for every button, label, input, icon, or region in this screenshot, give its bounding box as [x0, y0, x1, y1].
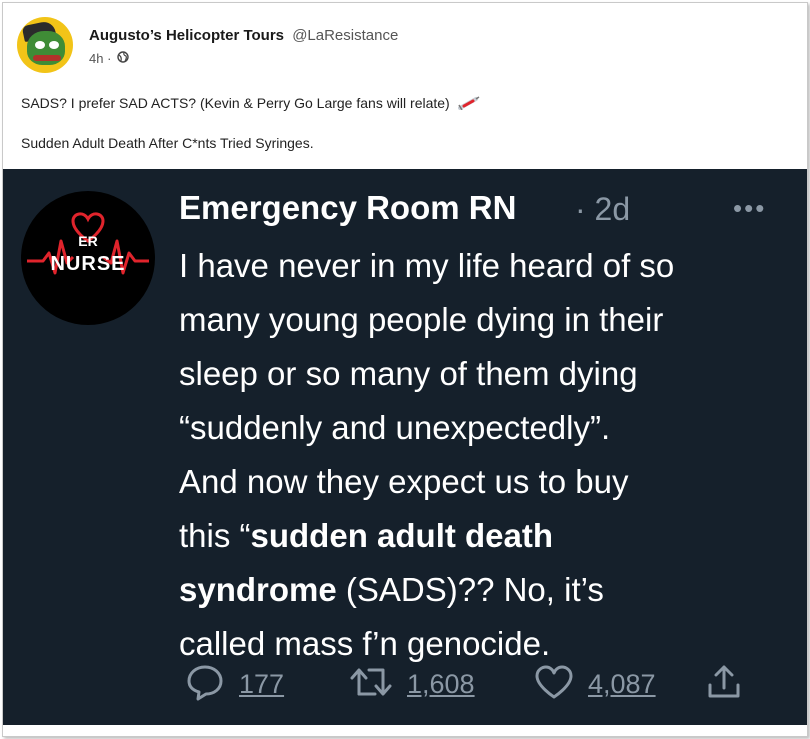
like-button[interactable]: 4,087 [534, 659, 656, 709]
tweet-time[interactable]: · 2d [575, 191, 630, 228]
share-icon [705, 663, 743, 706]
tweet-line: “suddenly and unexpectedly”. [179, 409, 611, 446]
avatar-mouth [33, 55, 61, 61]
tweet-line-text: (SADS)?? No, it’s [336, 571, 604, 608]
screenshot-frame: Augusto’s Helicopter Tours @LaResistance… [2, 2, 808, 737]
avatar-nurse-text: NURSE [50, 253, 126, 275]
reply-count[interactable]: 177 [239, 669, 284, 700]
like-count[interactable]: 4,087 [588, 669, 656, 700]
tweet-line-text: this “ [179, 517, 251, 554]
avatar-eye [49, 41, 59, 49]
author-avatar[interactable] [17, 17, 73, 73]
tweet-avatar[interactable]: ER NURSE [21, 191, 155, 325]
tweet-actions: 177 1,608 4,087 [179, 659, 779, 709]
tweet-author-name[interactable]: Emergency Room RN [179, 189, 516, 227]
retweet-count[interactable]: 1,608 [407, 669, 475, 700]
more-icon[interactable]: ••• [733, 193, 766, 224]
reply-icon [185, 663, 225, 706]
post-meta: 4h · [89, 51, 129, 66]
reply-button[interactable]: 177 [185, 659, 284, 709]
retweet-icon [349, 664, 393, 705]
avatar-er-text: ER [78, 233, 98, 249]
tweet-line: I have never in my life heard of so [179, 247, 675, 284]
author-name[interactable]: Augusto’s Helicopter Tours [89, 27, 284, 44]
tweet-line: sleep or so many of them dying [179, 355, 638, 392]
embedded-tweet: ER NURSE Emergency Room RN · 2d ••• I ha… [3, 169, 807, 725]
post-text-line: SADS? I prefer SAD ACTS? (Kevin & Perry … [21, 95, 480, 113]
author-line: Augusto’s Helicopter Tours @LaResistance [89, 27, 398, 44]
tweet-body: I have never in my life heard of so many… [179, 239, 789, 671]
globe-icon [117, 51, 129, 66]
retweet-button[interactable]: 1,608 [349, 659, 475, 709]
post-line-2: Sudden Adult Death After C*nts Tried Syr… [21, 135, 314, 151]
avatar-eye [35, 41, 45, 49]
heart-icon [534, 664, 574, 705]
tweet-line: this “sudden adult death [179, 509, 789, 563]
share-button[interactable] [705, 659, 743, 709]
syringe-icon [457, 96, 480, 113]
tweet-bold-text: sudden adult death [250, 517, 554, 554]
tweet-line: many young people dying in their [179, 301, 664, 338]
tweet-line: syndrome (SADS)?? No, it’s [179, 563, 789, 617]
post-line-1: SADS? I prefer SAD ACTS? (Kevin & Perry … [21, 95, 450, 111]
post-text-line: Sudden Adult Death After C*nts Tried Syr… [21, 135, 314, 151]
author-handle[interactable]: @LaResistance [292, 27, 398, 44]
tweet-bold-text: syndrome [179, 571, 337, 608]
tweet-line: And now they expect us to buy [179, 463, 629, 500]
post-time[interactable]: 4h · [89, 51, 111, 66]
